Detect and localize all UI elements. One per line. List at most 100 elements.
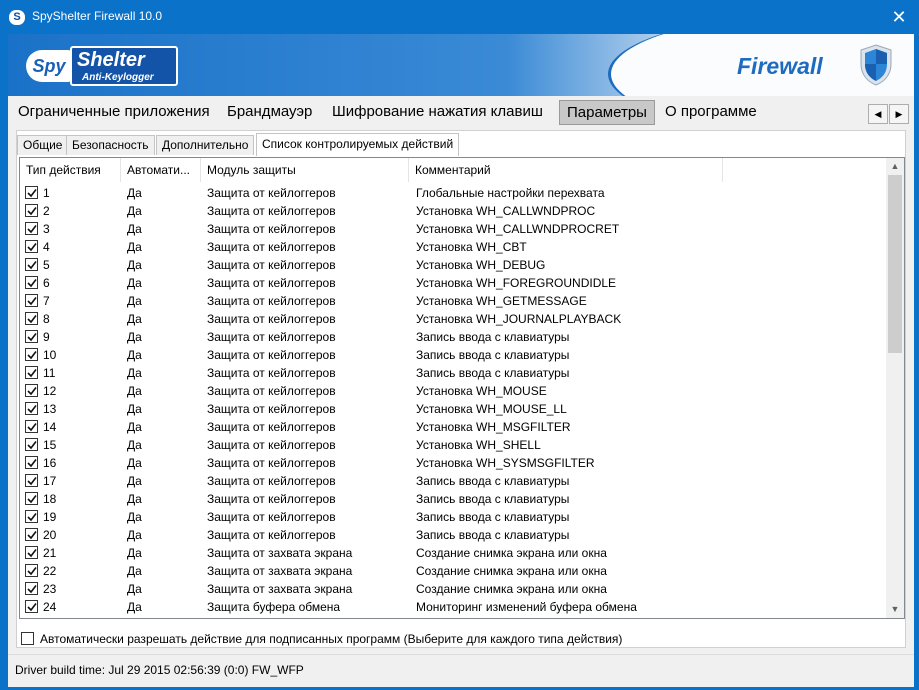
cell-action-type: 14 <box>43 420 57 434</box>
cell-action-type: 3 <box>43 222 50 236</box>
table-row[interactable]: 13 Да Защита от кейлоггеров Установка WH_MO… <box>20 400 886 418</box>
table-row[interactable]: 23 Да Защита от захвата экрана Создание сни… <box>20 580 886 598</box>
cell-comment: Создание снимка экрана или окна <box>416 564 607 578</box>
row-enabled-checkbox[interactable] <box>25 474 38 487</box>
table-row[interactable]: 12 Да Защита от кейлоггеров Установка WH_MO… <box>20 382 886 400</box>
cell-automatic: Да <box>127 204 142 218</box>
tab-monitored-actions[interactable]: Список контролируемых действий <box>256 133 460 156</box>
menu-settings[interactable]: Параметры <box>559 100 655 125</box>
tab-security[interactable]: Безопасность <box>66 135 155 155</box>
scroll-down-arrow-icon[interactable]: ▼ <box>886 601 904 618</box>
row-enabled-checkbox[interactable] <box>25 510 38 523</box>
cell-action-type: 20 <box>43 528 57 542</box>
cell-automatic: Да <box>127 402 142 416</box>
table-row[interactable]: 9 Да Защита от кейлоггеров Запись ввода с к… <box>20 328 886 346</box>
row-enabled-checkbox[interactable] <box>25 528 38 541</box>
cell-automatic: Да <box>127 312 142 326</box>
scroll-right-button[interactable]: ▶ <box>889 104 909 124</box>
cell-action-type: 24 <box>43 600 57 614</box>
row-enabled-checkbox[interactable] <box>25 438 38 451</box>
cell-action-type: 21 <box>43 546 57 560</box>
row-enabled-checkbox[interactable] <box>25 330 38 343</box>
window-title: SpyShelter Firewall 10.0 <box>32 9 163 23</box>
row-enabled-checkbox[interactable] <box>25 276 38 289</box>
close-button[interactable]: ✕ <box>882 4 916 30</box>
row-enabled-checkbox[interactable] <box>25 222 38 235</box>
row-enabled-checkbox[interactable] <box>25 186 38 199</box>
auto-allow-signed-checkbox[interactable] <box>21 632 34 645</box>
cell-protection-module: Защита от кейлоггеров <box>207 330 336 344</box>
column-comment[interactable]: Комментарий <box>409 158 723 182</box>
row-enabled-checkbox[interactable] <box>25 348 38 361</box>
cell-protection-module: Защита от кейлоггеров <box>207 438 336 452</box>
cell-protection-module: Защита от кейлоггеров <box>207 258 336 272</box>
cell-comment: Установка WH_MOUSE <box>416 384 547 398</box>
cell-protection-module: Защита от кейлоггеров <box>207 510 336 524</box>
cell-protection-module: Защита от захвата экрана <box>207 582 353 596</box>
table-row[interactable]: 2 Да Защита от кейлоггеров Установка WH_CAL… <box>20 202 886 220</box>
row-enabled-checkbox[interactable] <box>25 456 38 469</box>
table-row[interactable]: 16 Да Защита от кейлоггеров Установка WH_SY… <box>20 454 886 472</box>
menu-keystroke-encryption[interactable]: Шифрование нажатия клавиш <box>325 100 550 125</box>
cell-automatic: Да <box>127 420 142 434</box>
vertical-scrollbar[interactable]: ▲ ▼ <box>886 158 904 618</box>
row-enabled-checkbox[interactable] <box>25 582 38 595</box>
table-row[interactable]: 20 Да Защита от кейлоггеров Запись ввода с … <box>20 526 886 544</box>
table-row[interactable]: 3 Да Защита от кейлоггеров Установка WH_CAL… <box>20 220 886 238</box>
row-enabled-checkbox[interactable] <box>25 294 38 307</box>
cell-comment: Установка WH_CBT <box>416 240 527 254</box>
table-row[interactable]: 10 Да Защита от кейлоггеров Запись ввода с … <box>20 346 886 364</box>
cell-automatic: Да <box>127 186 142 200</box>
table-row[interactable]: 14 Да Защита от кейлоггеров Установка WH_MS… <box>20 418 886 436</box>
column-automatic[interactable]: Автомати... <box>121 158 201 182</box>
row-enabled-checkbox[interactable] <box>25 204 38 217</box>
row-enabled-checkbox[interactable] <box>25 600 38 613</box>
cell-comment: Запись ввода с клавиатуры <box>416 492 570 506</box>
tab-general[interactable]: Общие <box>17 135 69 155</box>
scroll-up-arrow-icon[interactable]: ▲ <box>886 158 904 175</box>
cell-comment: Глобальные настройки перехвата <box>416 186 605 200</box>
row-enabled-checkbox[interactable] <box>25 312 38 325</box>
cell-protection-module: Защита буфера обмена <box>207 600 341 614</box>
menu-firewall[interactable]: Брандмауэр <box>220 100 319 125</box>
table-row[interactable]: 19 Да Защита от кейлоггеров Запись ввода с … <box>20 508 886 526</box>
table-row[interactable]: 22 Да Защита от захвата экрана Создание сни… <box>20 562 886 580</box>
table-row[interactable]: 17 Да Защита от кейлоггеров Запись ввода с … <box>20 472 886 490</box>
table-row[interactable]: 18 Да Защита от кейлоггеров Запись ввода с … <box>20 490 886 508</box>
table-row[interactable]: 7 Да Защита от кейлоггеров Установка WH_GET… <box>20 292 886 310</box>
row-enabled-checkbox[interactable] <box>25 258 38 271</box>
table-row[interactable]: 8 Да Защита от кейлоггеров Установка WH_JOU… <box>20 310 886 328</box>
scroll-left-button[interactable]: ◀ <box>868 104 888 124</box>
row-enabled-checkbox[interactable] <box>25 366 38 379</box>
title-bar[interactable]: S SpyShelter Firewall 10.0 ✕ <box>0 0 919 34</box>
cell-action-type: 19 <box>43 510 57 524</box>
row-enabled-checkbox[interactable] <box>25 402 38 415</box>
cell-automatic: Да <box>127 240 142 254</box>
monitored-actions-table: Тип действия Автомати... Модуль защиты К… <box>19 157 905 619</box>
row-enabled-checkbox[interactable] <box>25 564 38 577</box>
cell-comment: Запись ввода с клавиатуры <box>416 510 570 524</box>
row-enabled-checkbox[interactable] <box>25 240 38 253</box>
table-row[interactable]: 15 Да Защита от кейлоггеров Установка WH_SH… <box>20 436 886 454</box>
column-protection-module[interactable]: Модуль защиты <box>201 158 409 182</box>
header-banner: Spy Shelter Anti-Keylogger Firewall <box>8 34 914 96</box>
auto-allow-signed-label[interactable]: Автоматически разрешать действие для под… <box>40 631 622 647</box>
table-row[interactable]: 4 Да Защита от кейлоггеров Установка WH_CBT <box>20 238 886 256</box>
tab-advanced[interactable]: Дополнительно <box>156 135 255 155</box>
menu-restricted-apps[interactable]: Ограниченные приложения <box>11 100 217 125</box>
table-row[interactable]: 1 Да Защита от кейлоггеров Глобальные настр… <box>20 184 886 202</box>
row-enabled-checkbox[interactable] <box>25 492 38 505</box>
row-enabled-checkbox[interactable] <box>25 546 38 559</box>
table-row[interactable]: 21 Да Защита от захвата экрана Создание сни… <box>20 544 886 562</box>
table-row[interactable]: 5 Да Защита от кейлоггеров Установка WH_DEB… <box>20 256 886 274</box>
table-row[interactable]: 11 Да Защита от кейлоггеров Запись ввода с … <box>20 364 886 382</box>
table-row[interactable]: 24 Да Защита буфера обмена Мониторинг измен… <box>20 598 886 616</box>
column-action-type[interactable]: Тип действия <box>20 158 121 182</box>
table-row[interactable]: 6 Да Защита от кейлоггеров Установка WH_FOR… <box>20 274 886 292</box>
menu-about[interactable]: О программе <box>658 100 764 125</box>
scroll-thumb[interactable] <box>888 175 902 353</box>
row-enabled-checkbox[interactable] <box>25 420 38 433</box>
cell-comment: Запись ввода с клавиатуры <box>416 348 570 362</box>
cell-action-type: 10 <box>43 348 57 362</box>
row-enabled-checkbox[interactable] <box>25 384 38 397</box>
